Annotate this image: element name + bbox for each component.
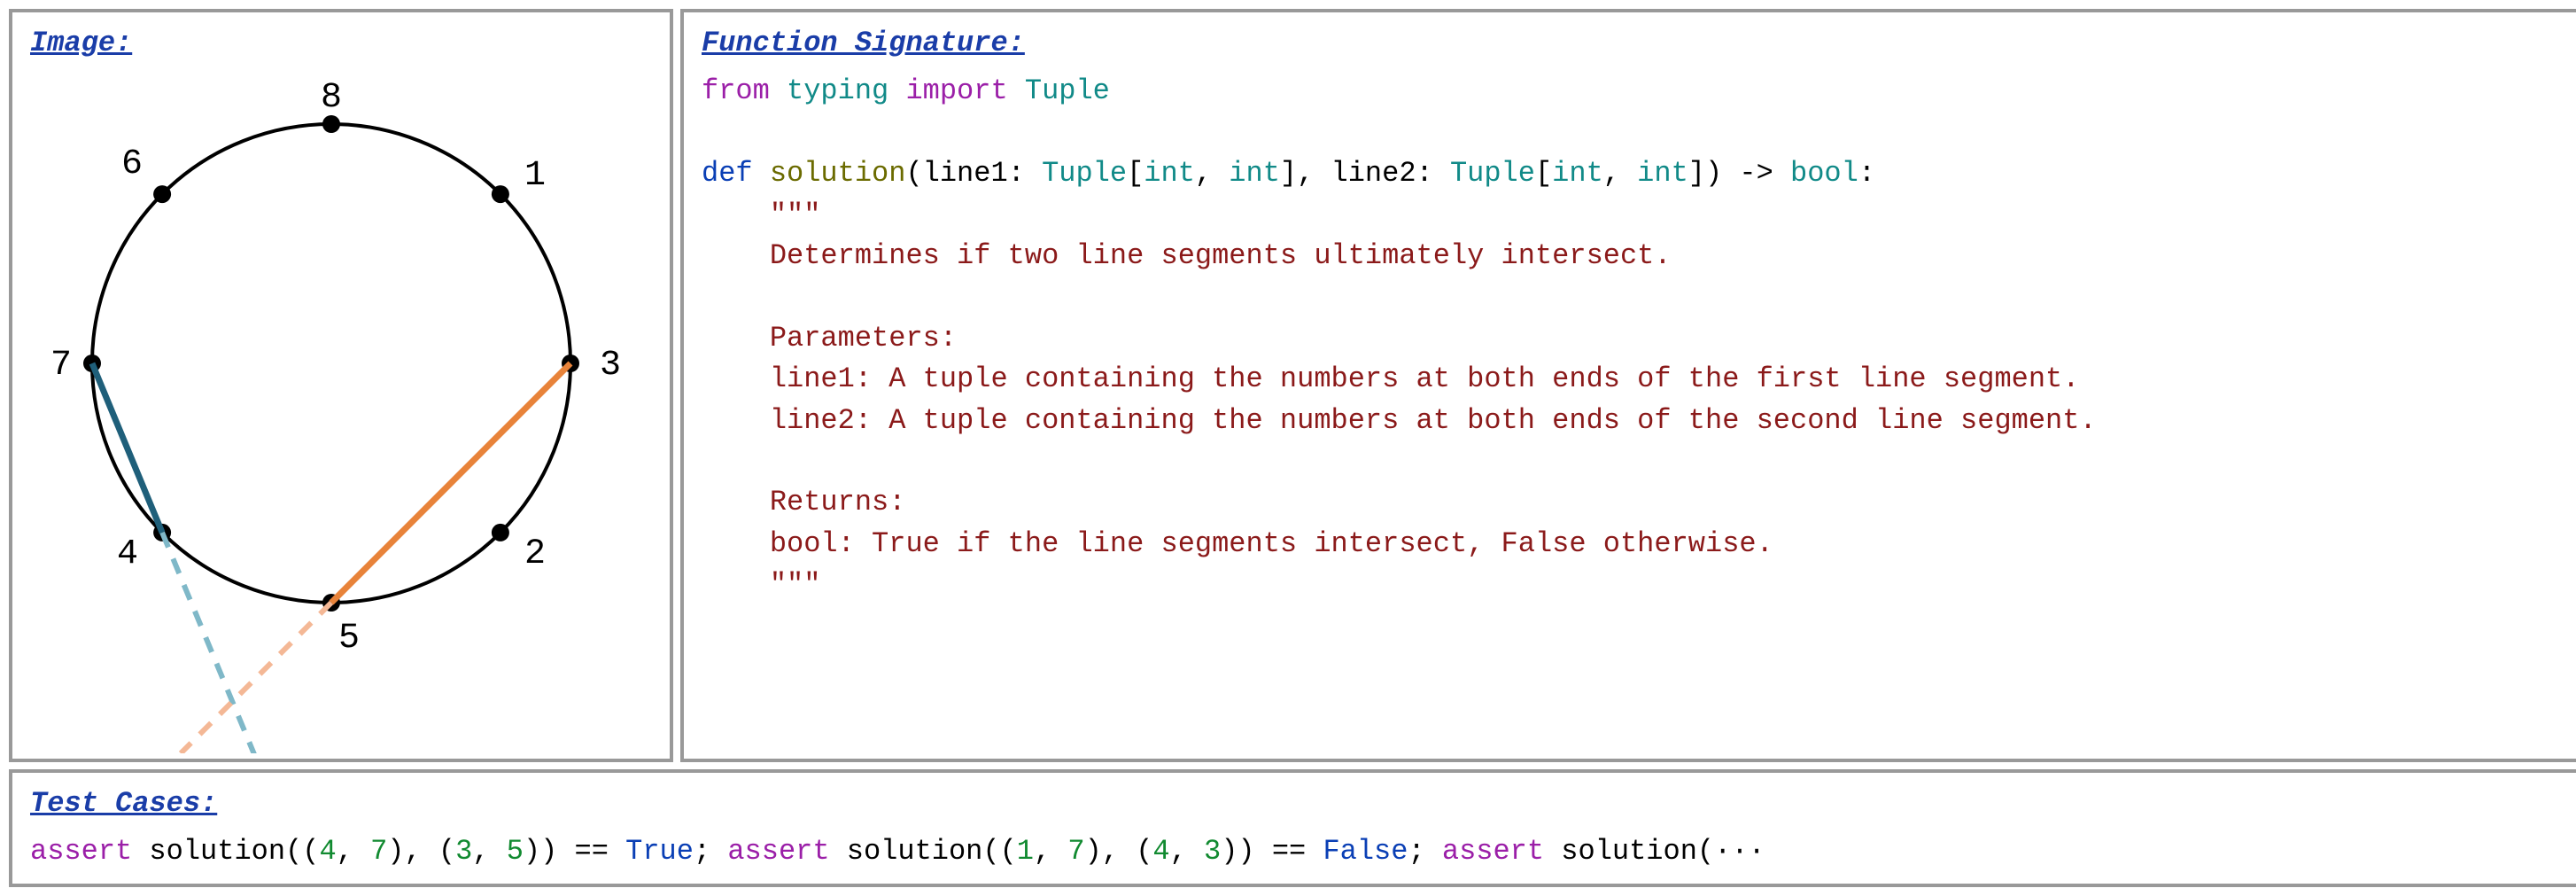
signature-panel: Function Signature: from typing import T… bbox=[680, 9, 2576, 762]
image-title: Image: bbox=[30, 23, 652, 64]
kw-import: import bbox=[905, 74, 1007, 107]
chord-7-4 bbox=[92, 363, 162, 533]
fn-solution: solution bbox=[770, 157, 906, 190]
label-2: 2 bbox=[524, 534, 546, 574]
test-code: assert solution((4, 7), (3, 5)) == True;… bbox=[30, 831, 2564, 872]
triple-quote-close: """ bbox=[770, 568, 821, 601]
label-3: 3 bbox=[600, 346, 621, 386]
label-6: 6 bbox=[121, 144, 143, 184]
signature-title: Function Signature: bbox=[702, 23, 2564, 64]
chord-3-5-extension bbox=[181, 603, 331, 753]
label-7: 7 bbox=[50, 346, 72, 386]
chord-7-4-extension bbox=[162, 533, 260, 753]
test-panel: Test Cases: assert solution((4, 7), (3, … bbox=[9, 769, 2576, 887]
test-title: Test Cases: bbox=[30, 783, 2564, 824]
name-tuple: Tuple bbox=[1025, 74, 1110, 107]
point-6 bbox=[153, 185, 171, 203]
doc-line-7: bool: True if the line segments intersec… bbox=[770, 527, 1773, 560]
image-panel: Image: 8 1 3 2 5 bbox=[9, 9, 673, 762]
doc-line-3: line1: A tuple containing the numbers at… bbox=[770, 362, 2080, 395]
doc-line-4: line2: A tuple containing the numbers at… bbox=[770, 404, 2097, 437]
label-1: 1 bbox=[524, 156, 546, 196]
label-8: 8 bbox=[321, 78, 342, 118]
module-typing: typing bbox=[787, 74, 888, 107]
figure-container: Image: 8 1 3 2 5 bbox=[9, 9, 2576, 887]
signature-code: from typing import Tuple def solution(li… bbox=[702, 71, 2564, 605]
circle-diagram: 8 1 3 2 5 4 7 6 bbox=[30, 71, 650, 753]
point-1 bbox=[492, 185, 509, 203]
doc-line-0: Determines if two line segments ultimate… bbox=[770, 239, 1672, 272]
params: (line1: Tuple[int, int], line2: Tuple[in… bbox=[905, 157, 1875, 190]
label-4: 4 bbox=[117, 534, 138, 574]
doc-line-2: Parameters: bbox=[770, 322, 957, 355]
point-8 bbox=[322, 115, 340, 133]
label-5: 5 bbox=[338, 619, 360, 658]
kw-from: from bbox=[702, 74, 770, 107]
point-2 bbox=[492, 524, 509, 541]
kw-def: def bbox=[702, 157, 753, 190]
triple-quote-open: """ bbox=[770, 199, 821, 231]
top-row: Image: 8 1 3 2 5 bbox=[9, 9, 2576, 762]
doc-line-6: Returns: bbox=[770, 486, 906, 518]
